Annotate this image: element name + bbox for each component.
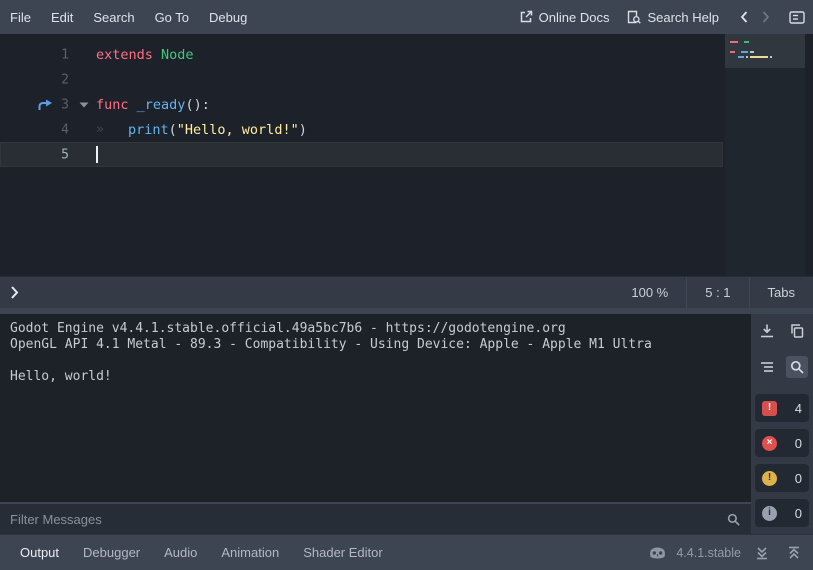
line-number: 4 <box>61 122 69 137</box>
log-line <box>10 353 741 369</box>
fold-arrow-icon[interactable] <box>79 102 89 108</box>
godot-logo-icon <box>649 546 666 559</box>
warning-icon: ! <box>762 471 777 486</box>
bottom-tab-animation[interactable]: Animation <box>209 535 291 570</box>
gutter[interactable]: 1 <box>0 42 96 67</box>
message-count: 4 <box>795 401 802 416</box>
indent-type: Tabs <box>750 277 813 308</box>
bottom-tab-audio[interactable]: Audio <box>152 535 209 570</box>
line-number: 3 <box>61 97 69 112</box>
line-number: 2 <box>61 72 69 87</box>
warning-count: 0 <box>795 471 802 486</box>
search-icon <box>789 359 805 375</box>
caret-position: 5 : 1 <box>687 277 748 308</box>
external-link-icon <box>519 10 533 24</box>
output-toolbar: ! 4 × 0 ! 0 i 0 <box>751 314 813 534</box>
code-lines: 1 extends Node 2 3 func _ready(): 4 »print("He… <box>0 42 813 167</box>
log-line: Godot Engine v4.4.1.stable.official.49a5… <box>10 321 741 337</box>
filter-messages-input[interactable] <box>10 512 718 527</box>
menu-debug[interactable]: Debug <box>199 0 257 34</box>
log-line: Hello, world! <box>10 369 741 385</box>
error-count: 0 <box>795 436 802 451</box>
copy-log-button[interactable] <box>786 320 808 342</box>
search-help-label: Search Help <box>647 10 719 25</box>
code-line-1[interactable]: 1 extends Node <box>0 42 723 67</box>
message-count-toggle[interactable]: ! 4 <box>755 394 809 422</box>
info-count: 0 <box>795 506 802 521</box>
menu-edit[interactable]: Edit <box>41 0 83 34</box>
line-number: 1 <box>61 47 69 62</box>
filter-bar <box>0 504 751 534</box>
search-help-icon <box>627 10 641 24</box>
code-text[interactable]: extends Node <box>96 42 194 67</box>
godot-script-editor-window: FileEditSearchGo ToDebug Online Docs Sea… <box>0 0 813 570</box>
online-docs-button[interactable]: Online Docs <box>519 10 610 25</box>
expand-panel-icon <box>787 546 801 560</box>
gutter[interactable]: 4 <box>0 117 96 142</box>
online-docs-label: Online Docs <box>539 10 610 25</box>
error-icon: × <box>762 436 777 451</box>
error-count-toggle[interactable]: × 0 <box>755 429 809 457</box>
menu-go-to[interactable]: Go To <box>145 0 199 34</box>
bottom-tab-output[interactable]: Output <box>8 535 71 570</box>
history-back-button[interactable] <box>739 10 749 24</box>
tab-indent-marker: » <box>96 122 128 137</box>
menubar: FileEditSearchGo ToDebug Online Docs Sea… <box>0 0 813 34</box>
expand-chevron-icon[interactable] <box>10 285 19 300</box>
bottom-tab-shader-editor[interactable]: Shader Editor <box>291 535 395 570</box>
gutter[interactable]: 3 <box>0 92 96 117</box>
warning-count-toggle[interactable]: ! 0 <box>755 464 809 492</box>
menu-list: FileEditSearchGo ToDebug <box>0 0 257 34</box>
history-forward-button[interactable] <box>761 10 771 24</box>
minimap[interactable] <box>725 34 805 276</box>
output-panel: Godot Engine v4.4.1.stable.official.49a5… <box>0 308 813 534</box>
collapse-duplicates-button[interactable] <box>756 356 778 378</box>
filter-search-icon <box>726 512 741 527</box>
info-count-toggle[interactable]: i 0 <box>755 499 809 527</box>
dock-bottom-icon <box>755 546 769 560</box>
info-icon: i <box>762 506 777 521</box>
code-line-2[interactable]: 2 <box>0 67 723 92</box>
zoom-level: 100 % <box>613 277 686 308</box>
collapse-lines-icon <box>759 359 775 375</box>
code-line-4[interactable]: 4 »print("Hello, world!") <box>0 117 723 142</box>
code-text[interactable]: func _ready(): <box>96 92 210 117</box>
script-editor[interactable]: 1 extends Node 2 3 func _ready(): 4 »print("He… <box>0 34 813 276</box>
menu-search[interactable]: Search <box>83 0 144 34</box>
save-icon <box>759 323 775 339</box>
version-label: 4.4.1.stable <box>676 546 741 560</box>
editor-statusbar: 100 % 5 : 1 Tabs <box>0 276 813 308</box>
line-number: 5 <box>61 147 69 162</box>
expand-panel-button[interactable] <box>783 542 805 564</box>
output-log[interactable]: Godot Engine v4.4.1.stable.official.49a5… <box>0 314 751 502</box>
gutter[interactable]: 5 <box>0 142 96 167</box>
copy-icon <box>789 323 805 339</box>
gutter[interactable]: 2 <box>0 67 96 92</box>
move-panel-bottom-button[interactable] <box>751 542 773 564</box>
log-line: OpenGL API 4.1 Metal - 89.3 - Compatibil… <box>10 337 741 353</box>
message-icon: ! <box>762 401 777 416</box>
code-text[interactable] <box>96 142 98 167</box>
menu-file[interactable]: File <box>0 0 41 34</box>
code-text[interactable]: »print("Hello, world!") <box>96 117 307 142</box>
bottom-tabs: OutputDebuggerAudioAnimationShader Edito… <box>8 535 649 570</box>
save-log-button[interactable] <box>756 320 778 342</box>
bottom-tab-debugger[interactable]: Debugger <box>71 535 152 570</box>
search-log-button[interactable] <box>786 356 808 378</box>
minimap-code <box>725 34 805 63</box>
code-line-3[interactable]: 3 func _ready(): <box>0 92 723 117</box>
override-method-icon[interactable] <box>38 99 53 111</box>
text-caret <box>96 146 98 163</box>
bottom-panel-bar: OutputDebuggerAudioAnimationShader Edito… <box>0 534 813 570</box>
code-line-5[interactable]: 5 <box>0 142 723 167</box>
search-help-button[interactable]: Search Help <box>627 10 719 25</box>
scripts-panel-toggle-button[interactable] <box>789 11 805 24</box>
